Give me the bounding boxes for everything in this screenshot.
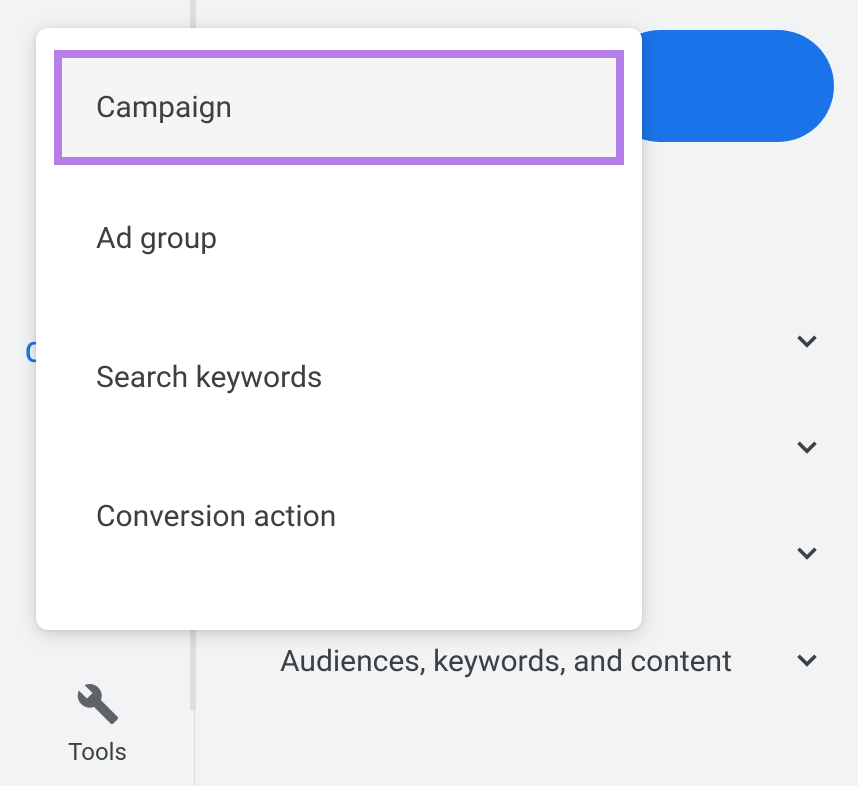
accordion-label: Audiences, keywords, and content: [280, 642, 790, 683]
sidebar-tools[interactable]: Tools: [0, 682, 195, 766]
menu-item-ad-group[interactable]: Ad group: [36, 169, 642, 308]
tools-icon: [0, 682, 195, 730]
menu-item-campaign[interactable]: Campaign: [54, 50, 624, 165]
menu-item-search-keywords[interactable]: Search keywords: [36, 308, 642, 447]
tools-label: Tools: [0, 738, 195, 766]
chevron-down-icon: [790, 324, 824, 362]
chevron-down-icon: [790, 536, 824, 574]
create-dropdown-menu: Campaign Ad group Search keywords Conver…: [36, 28, 642, 630]
menu-item-conversion-action[interactable]: Conversion action: [36, 447, 642, 586]
chevron-down-icon: [790, 643, 824, 681]
chevron-down-icon: [790, 430, 824, 468]
